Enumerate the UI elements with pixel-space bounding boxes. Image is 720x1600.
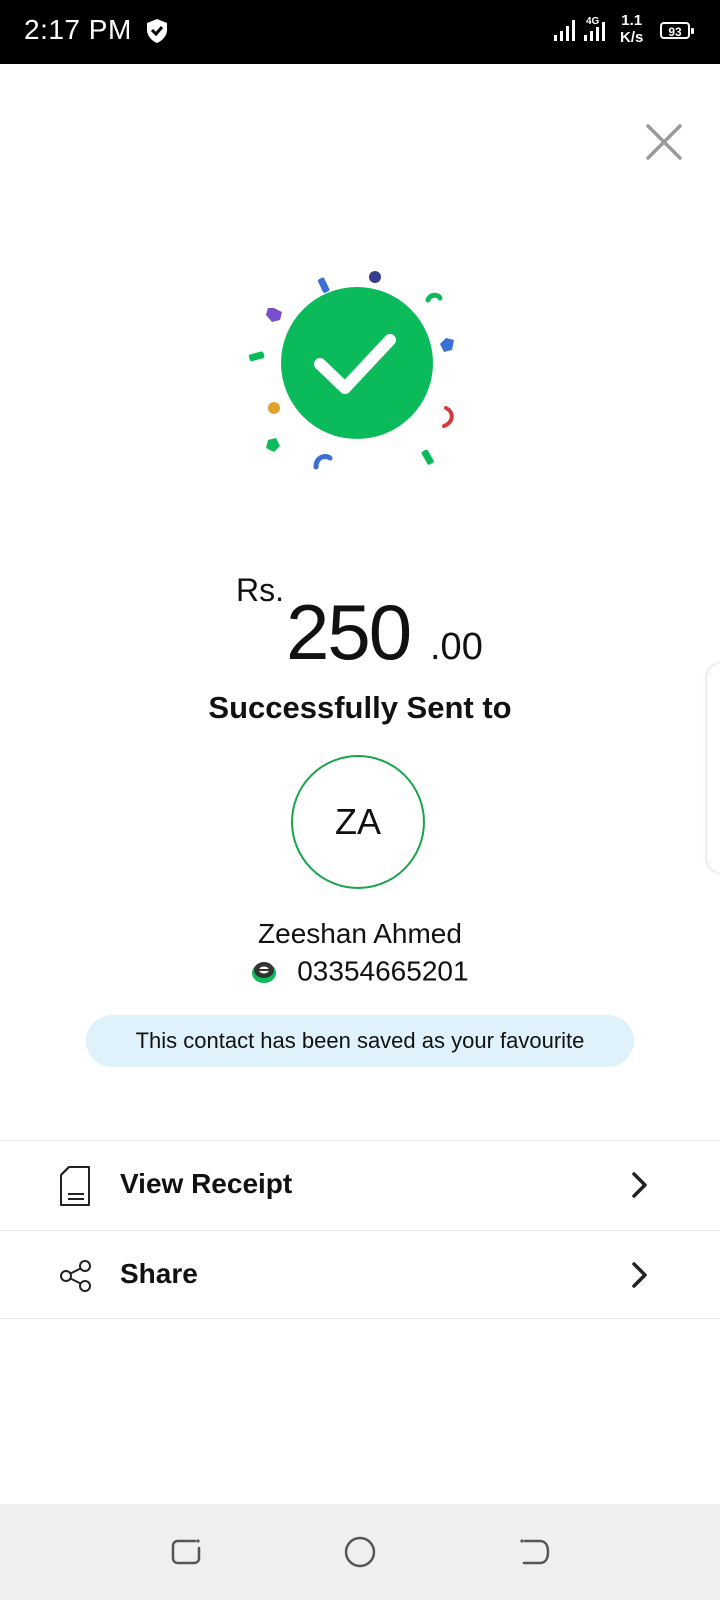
network-type: 4G <box>586 16 600 27</box>
divider <box>0 1230 720 1231</box>
net-speed-unit: K/s <box>620 29 644 46</box>
chevron-right-icon <box>632 1262 647 1288</box>
success-check-circle <box>281 287 433 439</box>
net-speed-value: 1.1 <box>621 12 643 29</box>
amount-main: 250 <box>286 588 412 676</box>
confetti-dot <box>369 271 381 283</box>
recipient-name: Zeeshan Ahmed <box>258 918 462 949</box>
side-floating-tab[interactable] <box>706 662 720 874</box>
chevron-right-icon <box>632 1172 647 1198</box>
close-icon[interactable] <box>644 122 684 162</box>
recipient-phone: 03354665201 <box>297 955 469 987</box>
receipt-icon <box>60 1166 90 1206</box>
currency-label: Rs. <box>236 572 284 608</box>
amount-decimal: .00 <box>430 626 483 668</box>
status-text: Successfully Sent to <box>208 690 512 725</box>
navigation-bar <box>0 1504 720 1600</box>
view-receipt-button[interactable]: View Receipt <box>0 1142 720 1230</box>
shield-icon <box>147 19 167 43</box>
confetti-dash <box>248 351 265 362</box>
signal-4g-icon: 4G <box>584 16 605 41</box>
divider <box>0 1318 720 1319</box>
share-button[interactable]: Share <box>0 1232 720 1320</box>
status-time: 2:17 PM <box>24 14 132 45</box>
divider <box>0 1140 720 1141</box>
confetti-dot <box>268 402 280 414</box>
back-icon[interactable] <box>516 1534 552 1570</box>
amount: Rs. 250 .00 <box>0 566 720 676</box>
confetti-flower <box>440 338 454 352</box>
recent-apps-icon[interactable] <box>168 1534 204 1570</box>
confetti-arc <box>442 406 454 428</box>
net-speed: 1.1 K/s <box>620 12 643 46</box>
home-icon[interactable] <box>342 1534 378 1570</box>
success-graphic <box>248 271 454 470</box>
battery-icon: 93 <box>660 22 694 39</box>
avatar: ZA <box>291 755 425 889</box>
share-icon <box>60 1260 91 1292</box>
status-bar: 2:17 PM 4G 1.1 K/s 93 <box>0 0 720 64</box>
confetti-arc <box>313 453 333 470</box>
confetti-flower <box>266 308 282 322</box>
view-receipt-label: View Receipt <box>120 1168 293 1199</box>
recipient-phone-row: 03354665201 <box>0 954 720 988</box>
confetti-arc <box>425 292 443 303</box>
confetti-dash <box>317 277 330 293</box>
confetti-dash <box>421 449 434 465</box>
share-label: Share <box>120 1258 198 1289</box>
easypaisa-icon <box>252 961 277 983</box>
favourite-banner: This contact has been saved as your favo… <box>86 1015 634 1067</box>
signal-icon <box>554 20 575 41</box>
confetti-flower <box>266 438 280 452</box>
